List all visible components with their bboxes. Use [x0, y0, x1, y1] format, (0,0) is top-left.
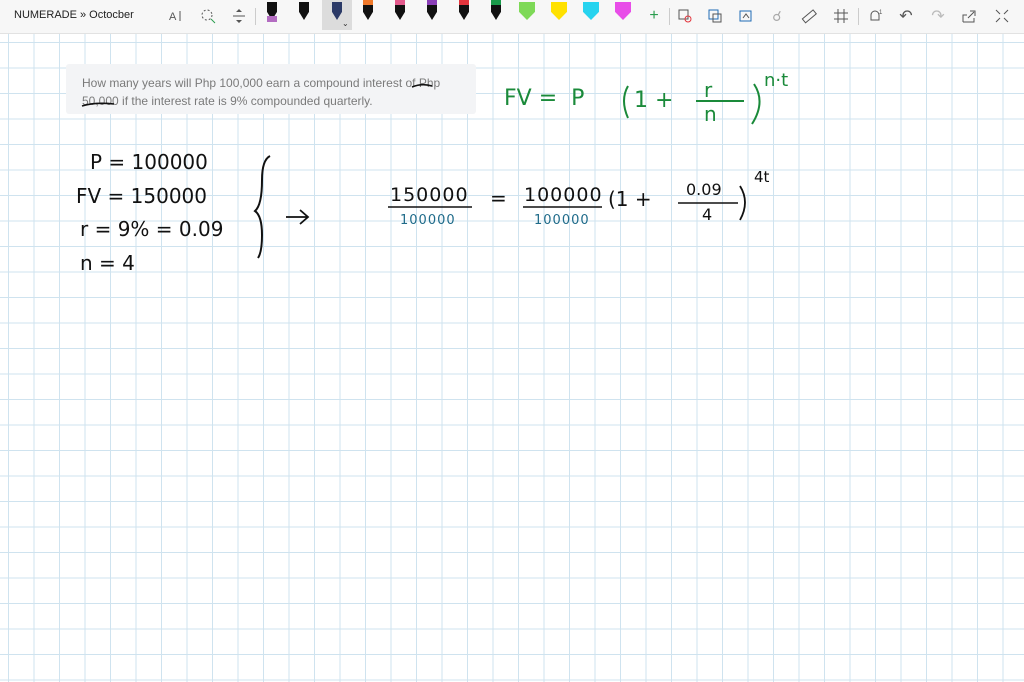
given-fv: FV = 150000 [76, 184, 208, 208]
given-p: P = 100000 [90, 150, 208, 174]
eq-left-numerator: 150000 [390, 184, 469, 206]
eq-right-numerator: 100000 [524, 184, 603, 206]
eq-frac-denominator: 4 [702, 205, 713, 224]
eq-left-denominator: 100000 [400, 213, 456, 228]
formula-one-plus: 1 + [634, 88, 674, 113]
formula-left: FV = P [504, 86, 585, 111]
given-n: n = 4 [80, 251, 135, 275]
eq-right-denominator: 100000 [534, 213, 590, 228]
formula-exponent: n·t [764, 70, 789, 91]
formula-r: r [704, 78, 713, 102]
formula-n: n [704, 102, 717, 126]
eq-frac-numerator: 0.09 [686, 180, 722, 199]
eq-exponent: 4t [754, 168, 770, 186]
given-r: r = 9% = 0.09 [80, 217, 224, 241]
eq-inner-paren: (1 + [608, 187, 652, 211]
eq-equals: = [490, 186, 507, 210]
